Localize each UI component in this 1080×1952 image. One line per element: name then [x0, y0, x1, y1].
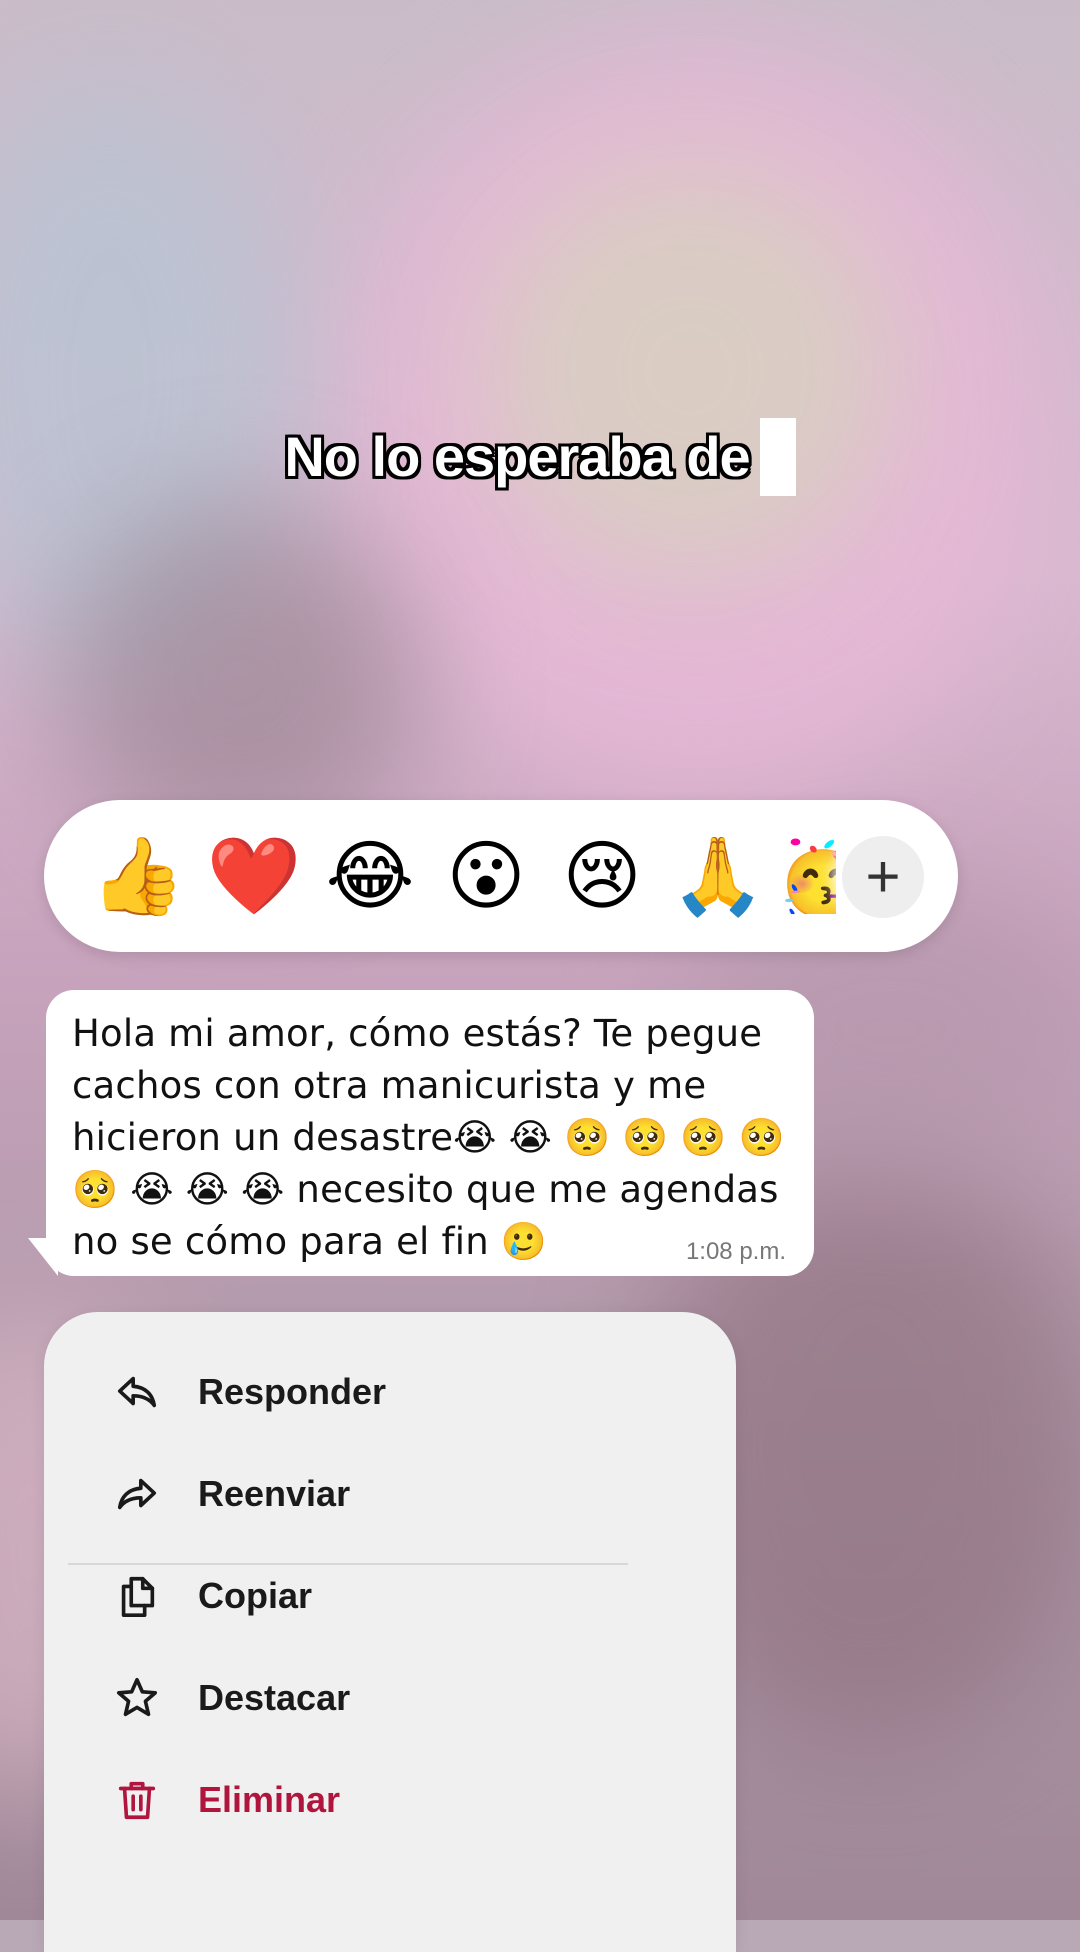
- video-caption: No lo esperaba de: [0, 418, 1080, 496]
- face-with-open-mouth-icon[interactable]: 😮: [428, 838, 544, 914]
- menu-item-delete[interactable]: Eliminar: [44, 1749, 736, 1851]
- text-caret: [759, 418, 796, 496]
- star-icon: [116, 1677, 158, 1717]
- folded-hands-icon[interactable]: 🙏: [660, 838, 776, 914]
- menu-label: Copiar: [198, 1575, 313, 1616]
- menu-item-star[interactable]: Destacar: [44, 1647, 736, 1749]
- menu-label: Eliminar: [198, 1779, 341, 1820]
- menu-item-reply[interactable]: Responder: [44, 1341, 736, 1443]
- menu-item-forward[interactable]: Reenviar: [44, 1443, 736, 1545]
- red-heart-icon[interactable]: ❤️: [196, 838, 312, 914]
- face-with-tears-of-joy-icon[interactable]: 😂: [312, 838, 428, 914]
- menu-item-copy[interactable]: Copiar: [44, 1545, 736, 1647]
- crying-face-icon[interactable]: 😢: [544, 838, 660, 914]
- menu-label: Destacar: [198, 1677, 351, 1718]
- partying-face-icon[interactable]: 🥳: [776, 838, 836, 914]
- message-text: Hola mi amor, cómo estás? Te pegue cacho…: [72, 1012, 785, 1263]
- more-reactions-button[interactable]: +: [842, 836, 924, 918]
- menu-label: Responder: [198, 1371, 387, 1412]
- menu-label: Reenviar: [198, 1473, 351, 1514]
- caption-text: No lo esperaba de: [284, 425, 750, 488]
- trash-icon: [118, 1781, 156, 1820]
- copy-icon: [121, 1576, 155, 1617]
- message-timestamp: 1:08 p.m.: [685, 1238, 786, 1265]
- thumbs-up-icon[interactable]: 👍: [80, 838, 196, 914]
- forward-icon: [117, 1478, 157, 1510]
- reaction-bar: 👍 ❤️ 😂 😮 😢 🙏 🥳 +: [44, 800, 958, 952]
- message-bubble[interactable]: Hola mi amor, cómo estás? Te pegue cacho…: [46, 990, 814, 1276]
- context-menu: Responder Reenviar Copiar Destacar Elimi…: [44, 1312, 736, 1952]
- reply-icon: [117, 1376, 157, 1408]
- menu-divider: [68, 1563, 628, 1565]
